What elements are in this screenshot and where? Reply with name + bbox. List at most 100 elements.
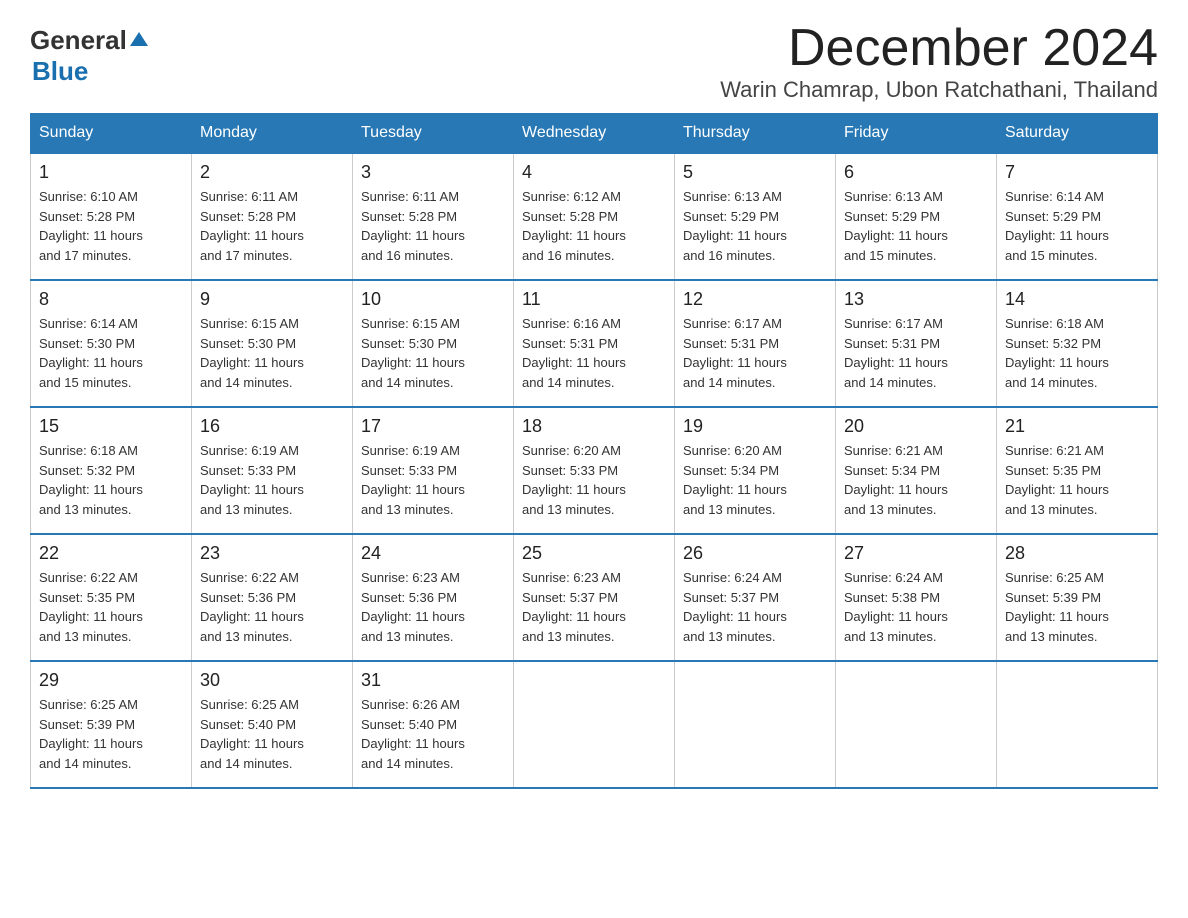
day-info: Sunrise: 6:20 AM Sunset: 5:34 PM Dayligh…: [683, 441, 827, 519]
calendar-cell: 3 Sunrise: 6:11 AM Sunset: 5:28 PM Dayli…: [353, 153, 514, 280]
day-number: 21: [1005, 416, 1149, 437]
header-saturday: Saturday: [997, 114, 1158, 154]
logo-blue: Blue: [32, 56, 88, 87]
week-row-1: 1 Sunrise: 6:10 AM Sunset: 5:28 PM Dayli…: [31, 153, 1158, 280]
day-number: 29: [39, 670, 183, 691]
day-number: 3: [361, 162, 505, 183]
day-info: Sunrise: 6:13 AM Sunset: 5:29 PM Dayligh…: [844, 187, 988, 265]
logo: General Blue: [30, 20, 150, 87]
day-info: Sunrise: 6:17 AM Sunset: 5:31 PM Dayligh…: [844, 314, 988, 392]
day-info: Sunrise: 6:23 AM Sunset: 5:36 PM Dayligh…: [361, 568, 505, 646]
calendar-cell: [997, 661, 1158, 788]
calendar-cell: 21 Sunrise: 6:21 AM Sunset: 5:35 PM Dayl…: [997, 407, 1158, 534]
day-number: 9: [200, 289, 344, 310]
day-info: Sunrise: 6:16 AM Sunset: 5:31 PM Dayligh…: [522, 314, 666, 392]
day-number: 22: [39, 543, 183, 564]
calendar-table: SundayMondayTuesdayWednesdayThursdayFrid…: [30, 113, 1158, 789]
day-info: Sunrise: 6:25 AM Sunset: 5:39 PM Dayligh…: [39, 695, 183, 773]
day-info: Sunrise: 6:23 AM Sunset: 5:37 PM Dayligh…: [522, 568, 666, 646]
day-info: Sunrise: 6:21 AM Sunset: 5:34 PM Dayligh…: [844, 441, 988, 519]
header-friday: Friday: [836, 114, 997, 154]
day-number: 7: [1005, 162, 1149, 183]
day-number: 10: [361, 289, 505, 310]
day-number: 4: [522, 162, 666, 183]
calendar-cell: 24 Sunrise: 6:23 AM Sunset: 5:36 PM Dayl…: [353, 534, 514, 661]
day-number: 11: [522, 289, 666, 310]
day-info: Sunrise: 6:20 AM Sunset: 5:33 PM Dayligh…: [522, 441, 666, 519]
day-number: 15: [39, 416, 183, 437]
day-info: Sunrise: 6:22 AM Sunset: 5:35 PM Dayligh…: [39, 568, 183, 646]
header-wednesday: Wednesday: [514, 114, 675, 154]
calendar-cell: 18 Sunrise: 6:20 AM Sunset: 5:33 PM Dayl…: [514, 407, 675, 534]
day-number: 1: [39, 162, 183, 183]
day-info: Sunrise: 6:25 AM Sunset: 5:39 PM Dayligh…: [1005, 568, 1149, 646]
calendar-cell: [514, 661, 675, 788]
day-info: Sunrise: 6:11 AM Sunset: 5:28 PM Dayligh…: [361, 187, 505, 265]
calendar-cell: 1 Sunrise: 6:10 AM Sunset: 5:28 PM Dayli…: [31, 153, 192, 280]
logo-general: General: [30, 25, 127, 56]
day-info: Sunrise: 6:19 AM Sunset: 5:33 PM Dayligh…: [200, 441, 344, 519]
day-info: Sunrise: 6:25 AM Sunset: 5:40 PM Dayligh…: [200, 695, 344, 773]
day-number: 6: [844, 162, 988, 183]
calendar-cell: 19 Sunrise: 6:20 AM Sunset: 5:34 PM Dayl…: [675, 407, 836, 534]
day-info: Sunrise: 6:14 AM Sunset: 5:29 PM Dayligh…: [1005, 187, 1149, 265]
day-number: 12: [683, 289, 827, 310]
day-number: 19: [683, 416, 827, 437]
day-info: Sunrise: 6:18 AM Sunset: 5:32 PM Dayligh…: [39, 441, 183, 519]
calendar-cell: 16 Sunrise: 6:19 AM Sunset: 5:33 PM Dayl…: [192, 407, 353, 534]
day-info: Sunrise: 6:18 AM Sunset: 5:32 PM Dayligh…: [1005, 314, 1149, 392]
day-number: 14: [1005, 289, 1149, 310]
calendar-cell: 4 Sunrise: 6:12 AM Sunset: 5:28 PM Dayli…: [514, 153, 675, 280]
header-sunday: Sunday: [31, 114, 192, 154]
day-number: 28: [1005, 543, 1149, 564]
day-info: Sunrise: 6:15 AM Sunset: 5:30 PM Dayligh…: [200, 314, 344, 392]
header-thursday: Thursday: [675, 114, 836, 154]
calendar-cell: 17 Sunrise: 6:19 AM Sunset: 5:33 PM Dayl…: [353, 407, 514, 534]
calendar-cell: 20 Sunrise: 6:21 AM Sunset: 5:34 PM Dayl…: [836, 407, 997, 534]
week-row-4: 22 Sunrise: 6:22 AM Sunset: 5:35 PM Dayl…: [31, 534, 1158, 661]
calendar-cell: 31 Sunrise: 6:26 AM Sunset: 5:40 PM Dayl…: [353, 661, 514, 788]
day-number: 31: [361, 670, 505, 691]
calendar-header-row: SundayMondayTuesdayWednesdayThursdayFrid…: [31, 114, 1158, 154]
day-info: Sunrise: 6:13 AM Sunset: 5:29 PM Dayligh…: [683, 187, 827, 265]
week-row-5: 29 Sunrise: 6:25 AM Sunset: 5:39 PM Dayl…: [31, 661, 1158, 788]
calendar-cell: 2 Sunrise: 6:11 AM Sunset: 5:28 PM Dayli…: [192, 153, 353, 280]
day-number: 25: [522, 543, 666, 564]
day-info: Sunrise: 6:12 AM Sunset: 5:28 PM Dayligh…: [522, 187, 666, 265]
day-info: Sunrise: 6:15 AM Sunset: 5:30 PM Dayligh…: [361, 314, 505, 392]
calendar-cell: 13 Sunrise: 6:17 AM Sunset: 5:31 PM Dayl…: [836, 280, 997, 407]
title-section: December 2024 Warin Chamrap, Ubon Ratcha…: [720, 20, 1158, 103]
day-number: 5: [683, 162, 827, 183]
calendar-cell: 26 Sunrise: 6:24 AM Sunset: 5:37 PM Dayl…: [675, 534, 836, 661]
calendar-cell: 11 Sunrise: 6:16 AM Sunset: 5:31 PM Dayl…: [514, 280, 675, 407]
header-monday: Monday: [192, 114, 353, 154]
calendar-cell: 15 Sunrise: 6:18 AM Sunset: 5:32 PM Dayl…: [31, 407, 192, 534]
calendar-cell: 27 Sunrise: 6:24 AM Sunset: 5:38 PM Dayl…: [836, 534, 997, 661]
day-number: 2: [200, 162, 344, 183]
calendar-cell: 30 Sunrise: 6:25 AM Sunset: 5:40 PM Dayl…: [192, 661, 353, 788]
day-info: Sunrise: 6:21 AM Sunset: 5:35 PM Dayligh…: [1005, 441, 1149, 519]
day-number: 16: [200, 416, 344, 437]
calendar-cell: 25 Sunrise: 6:23 AM Sunset: 5:37 PM Dayl…: [514, 534, 675, 661]
calendar-cell: 10 Sunrise: 6:15 AM Sunset: 5:30 PM Dayl…: [353, 280, 514, 407]
day-number: 13: [844, 289, 988, 310]
day-number: 23: [200, 543, 344, 564]
month-title: December 2024: [720, 20, 1158, 77]
calendar-cell: 23 Sunrise: 6:22 AM Sunset: 5:36 PM Dayl…: [192, 534, 353, 661]
calendar-cell: 7 Sunrise: 6:14 AM Sunset: 5:29 PM Dayli…: [997, 153, 1158, 280]
day-number: 24: [361, 543, 505, 564]
calendar-cell: 5 Sunrise: 6:13 AM Sunset: 5:29 PM Dayli…: [675, 153, 836, 280]
day-info: Sunrise: 6:22 AM Sunset: 5:36 PM Dayligh…: [200, 568, 344, 646]
day-info: Sunrise: 6:11 AM Sunset: 5:28 PM Dayligh…: [200, 187, 344, 265]
day-number: 20: [844, 416, 988, 437]
day-number: 17: [361, 416, 505, 437]
page-header: General Blue December 2024 Warin Chamrap…: [30, 20, 1158, 103]
day-info: Sunrise: 6:26 AM Sunset: 5:40 PM Dayligh…: [361, 695, 505, 773]
calendar-cell: 9 Sunrise: 6:15 AM Sunset: 5:30 PM Dayli…: [192, 280, 353, 407]
header-tuesday: Tuesday: [353, 114, 514, 154]
logo-icon: General: [30, 25, 150, 56]
day-info: Sunrise: 6:24 AM Sunset: 5:38 PM Dayligh…: [844, 568, 988, 646]
calendar-cell: 6 Sunrise: 6:13 AM Sunset: 5:29 PM Dayli…: [836, 153, 997, 280]
day-number: 30: [200, 670, 344, 691]
day-number: 26: [683, 543, 827, 564]
